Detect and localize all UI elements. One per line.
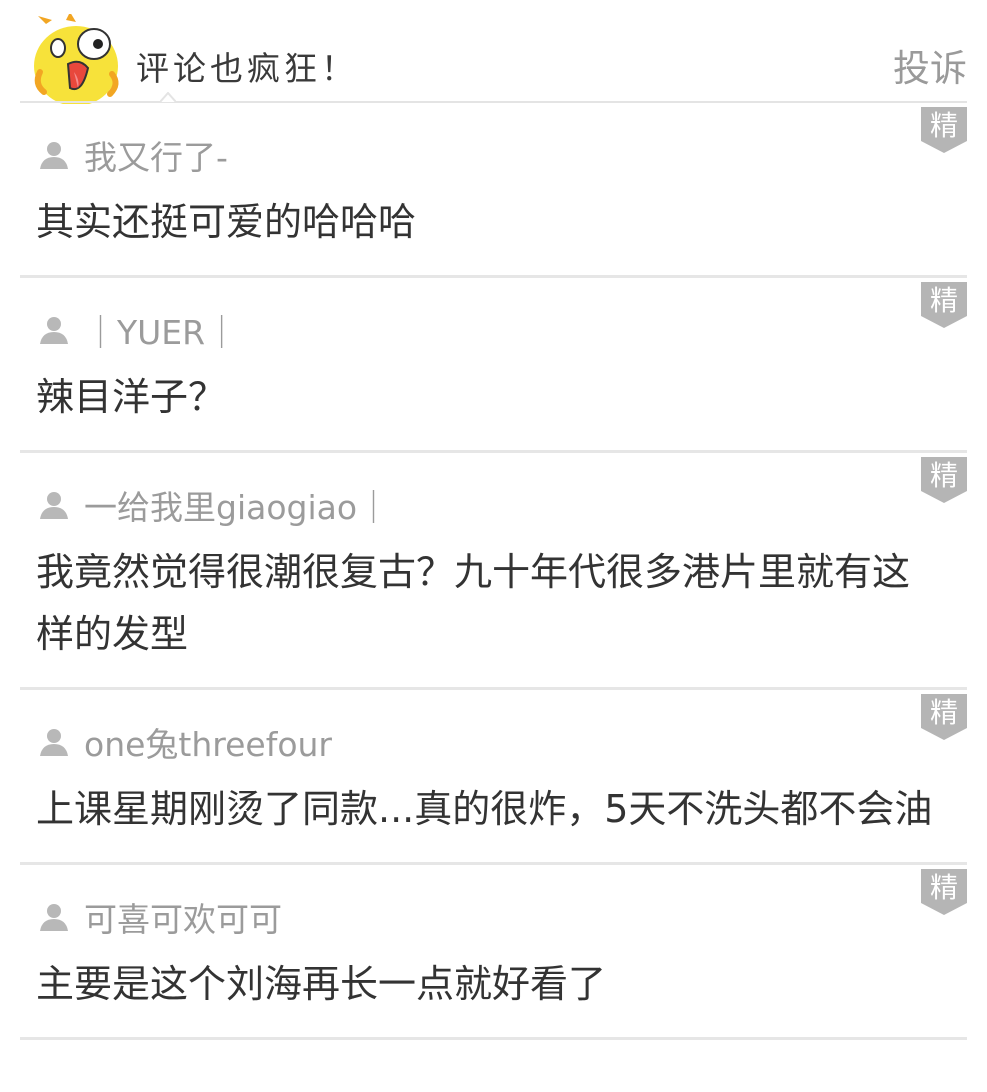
comment-text: 辣目洋子？ [36,375,227,419]
comments-header: 评论也疯狂！ 投诉 [0,0,987,104]
author-name: one兔threefour [84,725,332,764]
comment-text: 我竟然觉得很潮很复古？九十年代很多港片里就有这样的发型 [36,550,911,656]
author-name: 一给我里giaogiao｜ [84,488,391,527]
comment-author[interactable]: 我又行了- [36,133,951,177]
comment-text: 其实还挺可爱的哈哈哈 [36,200,417,244]
featured-badge-label: 精 [929,459,958,492]
featured-badge-label: 精 [929,109,958,142]
author-name: 可喜可欢可可 [84,900,282,939]
comment-list: 精 我又行了- 其实还挺可爱的哈哈哈 精 ｜YUER｜ 辣目洋子？ 精 一给我里… [0,103,987,1040]
user-icon [40,492,68,519]
mascot-icon [34,14,119,104]
user-icon [40,729,68,756]
page-title: 评论也疯狂！ [136,49,358,88]
user-icon [40,904,68,931]
comment-item: 精 可喜可欢可可 主要是这个刘海再长一点就好看了 [20,865,967,1040]
comment-author[interactable]: 可喜可欢可可 [36,895,951,939]
comment-author[interactable]: 一给我里giaogiao｜ [36,483,951,527]
featured-badge-label: 精 [929,696,958,729]
featured-badge-label: 精 [929,871,958,904]
comment-author[interactable]: ｜YUER｜ [36,308,951,352]
author-name: 我又行了- [84,138,228,177]
user-icon [40,142,68,169]
comment-text: 主要是这个刘海再长一点就好看了 [36,962,607,1006]
report-button[interactable]: 投诉 [893,38,967,92]
comment-item: 精 one兔threefour 上课星期刚烫了同款...真的很炸，5天不洗头都不… [20,690,967,865]
comment-author[interactable]: one兔threefour [36,720,951,764]
comment-text: 上课星期刚烫了同款...真的很炸，5天不洗头都不会油 [36,787,933,831]
caret-pointer-icon [160,92,176,102]
featured-badge-label: 精 [929,284,958,317]
author-name: ｜YUER｜ [84,313,239,352]
user-icon [40,317,68,344]
comment-item: 精 ｜YUER｜ 辣目洋子？ [20,278,967,453]
comment-item: 精 一给我里giaogiao｜ 我竟然觉得很潮很复古？九十年代很多港片里就有这样… [20,453,967,690]
comment-item: 精 我又行了- 其实还挺可爱的哈哈哈 [20,103,967,278]
